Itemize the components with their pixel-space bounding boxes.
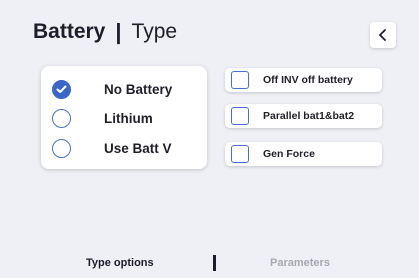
checkbox-unchecked-icon[interactable] xyxy=(231,145,249,163)
checkbox-label: Off INV off battery xyxy=(263,74,353,86)
checkbox-gen-force[interactable]: Gen Force xyxy=(225,142,382,166)
radio-option-lithium[interactable]: Lithium xyxy=(41,105,207,131)
checkbox-unchecked-icon[interactable] xyxy=(231,71,249,89)
radio-option-no-battery[interactable]: No Battery xyxy=(41,76,207,102)
title-separator: | xyxy=(115,19,122,44)
radio-option-use-batt-v[interactable]: Use Batt V xyxy=(41,135,207,161)
radio-unchecked-icon[interactable] xyxy=(52,108,71,128)
checkbox-label: Parallel bat1&bat2 xyxy=(263,110,355,122)
checkbox-unchecked-icon[interactable] xyxy=(231,107,249,125)
tab-parameters[interactable]: Parameters xyxy=(270,257,330,269)
radio-unchecked-icon[interactable] xyxy=(52,138,71,158)
tab-separator xyxy=(213,255,216,271)
radio-label: No Battery xyxy=(104,81,173,97)
battery-type-radio-group: No Battery Lithium Use Batt V xyxy=(41,66,207,169)
checkbox-parallel-bat1-bat2[interactable]: Parallel bat1&bat2 xyxy=(225,104,382,128)
page-header: Battery | Type xyxy=(33,20,177,44)
radio-label: Use Batt V xyxy=(104,140,172,156)
checkbox-label: Gen Force xyxy=(263,148,315,160)
back-button[interactable] xyxy=(370,22,396,48)
page-subtitle: Type xyxy=(131,20,178,43)
chevron-left-icon xyxy=(379,29,386,41)
tab-type-options[interactable]: Type options xyxy=(86,257,154,269)
radio-checked-icon[interactable] xyxy=(52,79,71,99)
radio-label: Lithium xyxy=(104,110,153,126)
page-title: Battery xyxy=(33,20,106,43)
checkbox-off-inv-off-battery[interactable]: Off INV off battery xyxy=(225,68,382,92)
